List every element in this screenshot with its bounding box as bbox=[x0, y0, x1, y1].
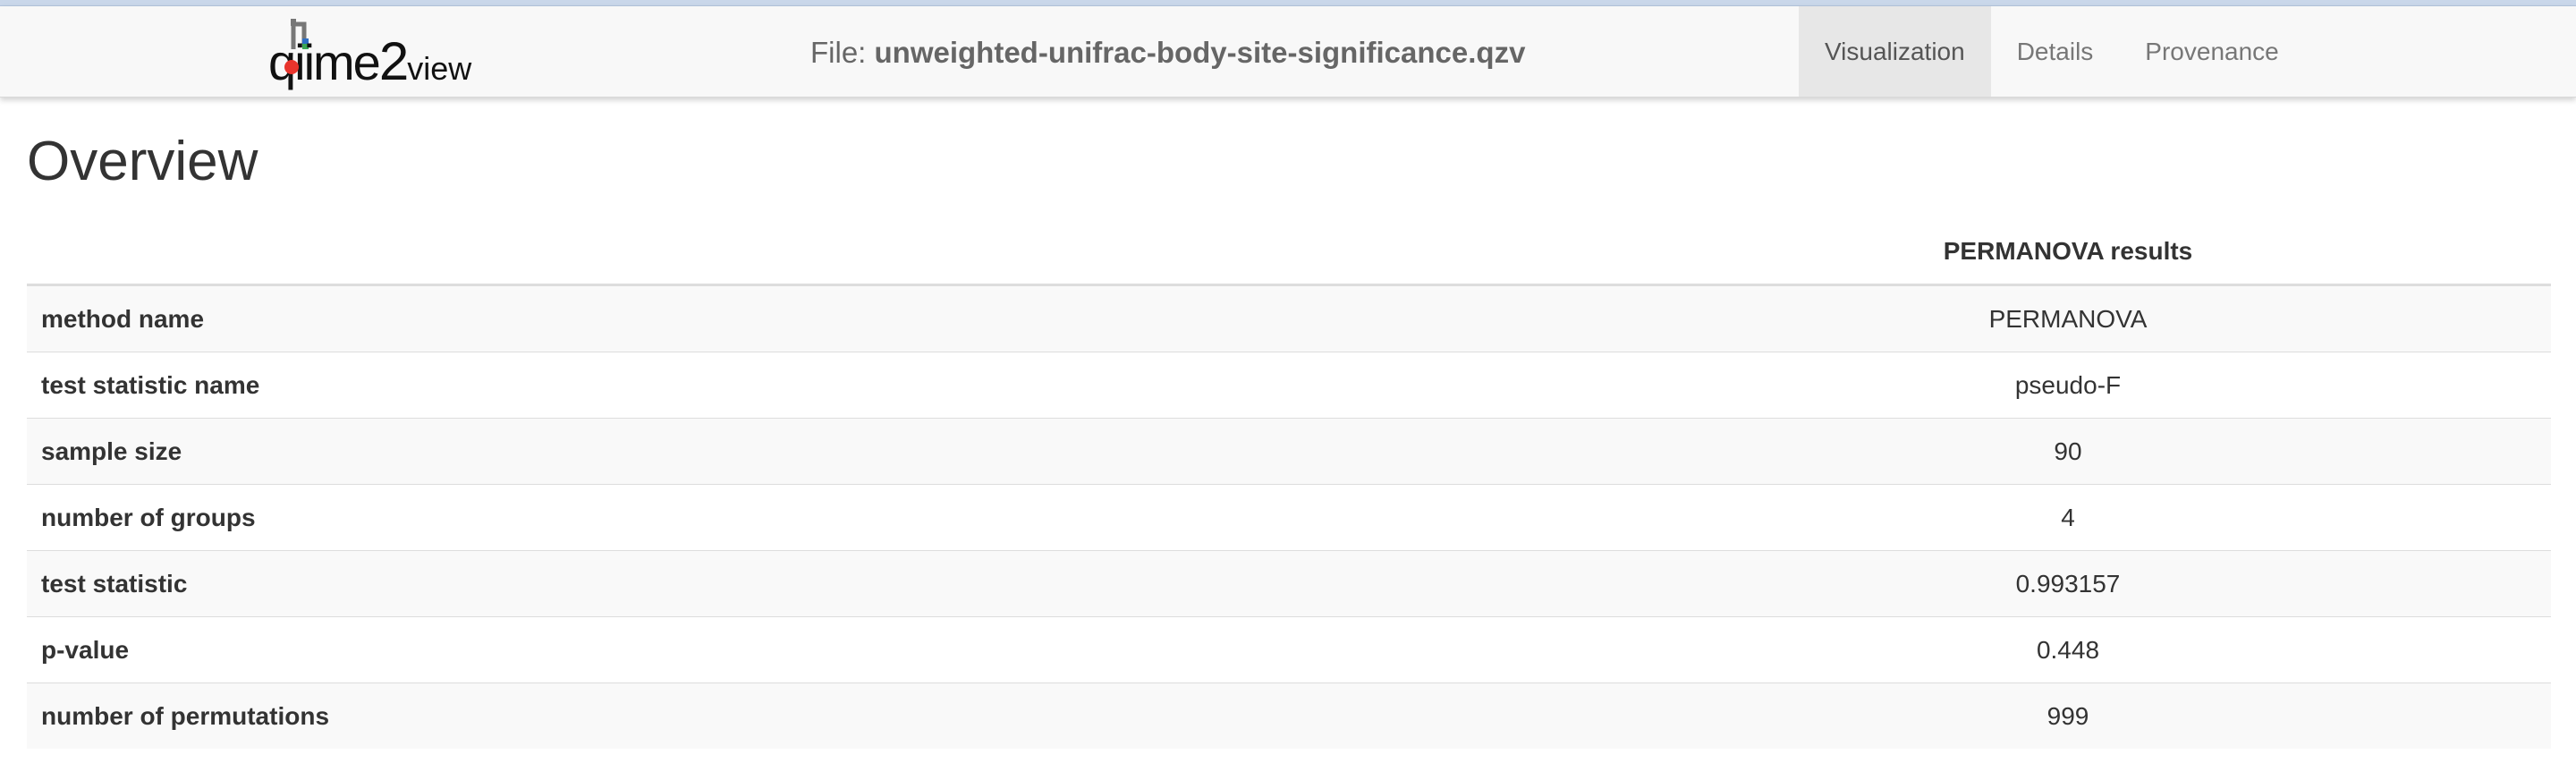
qiime2-view-logo[interactable]: qiime2view bbox=[268, 19, 501, 90]
table-header-blank bbox=[27, 219, 1585, 286]
tab-details[interactable]: Details bbox=[1991, 6, 2120, 97]
table-row: method name PERMANOVA bbox=[27, 284, 2551, 352]
row-value: pseudo-F bbox=[1585, 352, 2551, 419]
window-top-border bbox=[0, 0, 2576, 6]
nav-tabs: Visualization Details Provenance bbox=[1799, 6, 2305, 97]
row-value: PERMANOVA bbox=[1585, 284, 2551, 352]
table-row: test statistic 0.993157 bbox=[27, 550, 2551, 617]
file-name: unweighted-unifrac-body-site-significanc… bbox=[874, 36, 1526, 69]
permanova-results-table: PERMANOVA results method name PERMANOVA … bbox=[27, 219, 2551, 749]
logo-text-view: view bbox=[407, 50, 472, 87]
logo-red-dot-icon bbox=[284, 60, 299, 74]
page-title: Overview bbox=[27, 131, 258, 192]
row-key: p-value bbox=[27, 616, 1585, 683]
logo-text-two: 2 bbox=[378, 31, 409, 91]
table-row: test statistic name pseudo-F bbox=[27, 352, 2551, 419]
table-header-row: PERMANOVA results bbox=[27, 219, 2551, 286]
table-column-header: PERMANOVA results bbox=[1585, 219, 2551, 286]
row-value: 0.993157 bbox=[1585, 550, 2551, 617]
tab-provenance[interactable]: Provenance bbox=[2119, 6, 2304, 97]
row-key: method name bbox=[27, 284, 1585, 352]
tab-visualization[interactable]: Visualization bbox=[1799, 6, 1991, 97]
table-row: number of groups 4 bbox=[27, 484, 2551, 551]
main-content: Overview PERMANOVA results method name P… bbox=[0, 98, 2576, 749]
row-value: 0.448 bbox=[1585, 616, 2551, 683]
row-value: 90 bbox=[1585, 418, 2551, 485]
navbar: qiime2view File: unweighted-unifrac-body… bbox=[0, 6, 2576, 98]
file-label: File: unweighted-unifrac-body-site-signi… bbox=[810, 6, 1525, 97]
row-key: test statistic name bbox=[27, 352, 1585, 419]
row-key: sample size bbox=[27, 418, 1585, 485]
row-value: 999 bbox=[1585, 682, 2551, 749]
table-row: sample size 90 bbox=[27, 418, 2551, 485]
file-prefix: File: bbox=[810, 36, 875, 69]
table-row: p-value 0.448 bbox=[27, 616, 2551, 683]
table-row: number of permutations 999 bbox=[27, 682, 2551, 749]
row-key: number of groups bbox=[27, 484, 1585, 551]
row-key: number of permutations bbox=[27, 682, 1585, 749]
row-value: 4 bbox=[1585, 484, 2551, 551]
row-key: test statistic bbox=[27, 550, 1585, 617]
